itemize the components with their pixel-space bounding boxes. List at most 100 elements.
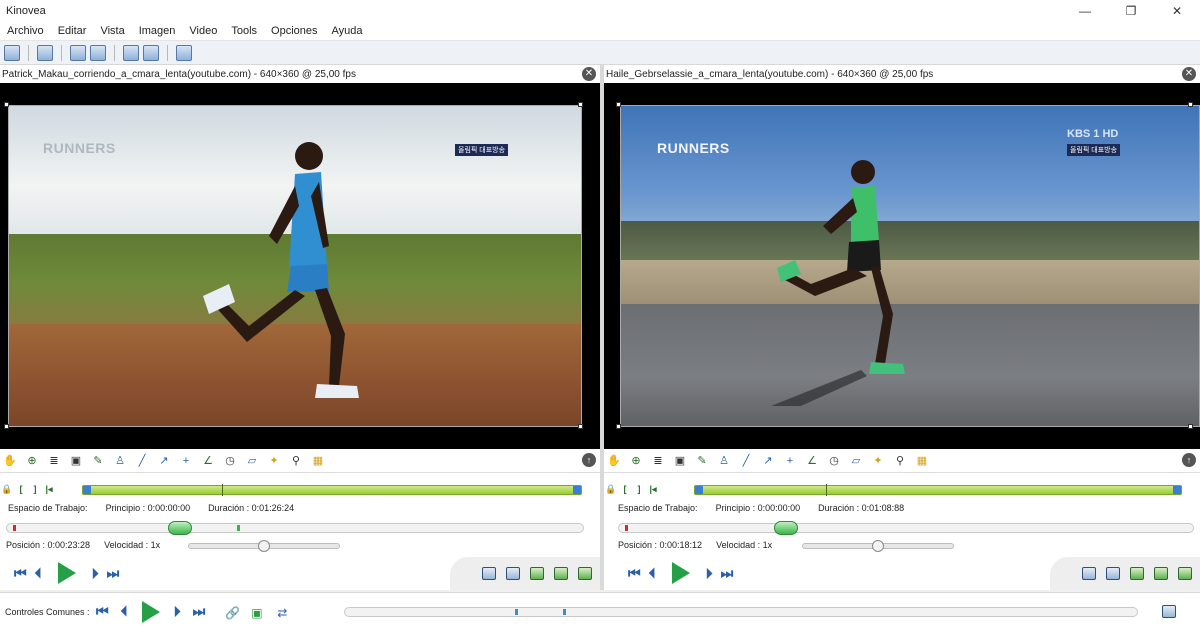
rafale-icon[interactable] bbox=[506, 567, 520, 580]
hand-tool-icon[interactable]: ✋ bbox=[606, 453, 622, 469]
minimize-button[interactable]: — bbox=[1062, 0, 1108, 21]
common-play-icon[interactable] bbox=[141, 600, 160, 623]
last-frame-icon[interactable]: ⏭ bbox=[107, 565, 120, 582]
angle-tool-icon[interactable]: ∠ bbox=[804, 453, 820, 469]
video-viewport[interactable]: RUNNERS KBS 1 HD 올림픽 대표방송 bbox=[604, 83, 1200, 449]
common-timeline-track[interactable] bbox=[344, 607, 1138, 617]
workspace-bar[interactable] bbox=[82, 484, 582, 496]
label-tool-icon[interactable]: ▣ bbox=[672, 453, 688, 469]
save-video-drawings-icon[interactable] bbox=[554, 567, 568, 580]
lock-icon[interactable]: 🔒 bbox=[604, 484, 618, 496]
line-tool-icon[interactable]: ╱ bbox=[134, 453, 150, 469]
spotlight-tool-icon[interactable]: ✦ bbox=[870, 453, 886, 469]
close-window-button[interactable]: ✕ bbox=[1154, 0, 1200, 21]
speed-slider-knob[interactable] bbox=[258, 540, 270, 552]
first-frame-icon[interactable]: ⏮ bbox=[14, 565, 27, 582]
grid-tool-icon[interactable]: ▱ bbox=[848, 453, 864, 469]
close-screen-icon[interactable]: ✕ bbox=[1182, 67, 1196, 81]
workspace-end-handle[interactable] bbox=[1173, 486, 1181, 494]
capture-screen-icon[interactable] bbox=[176, 45, 192, 61]
posture-tool-icon[interactable]: ♙ bbox=[716, 453, 732, 469]
menu-editar[interactable]: Editar bbox=[51, 25, 94, 37]
menu-ayuda[interactable]: Ayuda bbox=[325, 25, 370, 37]
superpose-icon[interactable]: ▣ bbox=[251, 606, 265, 620]
speed-slider[interactable] bbox=[802, 540, 954, 552]
save-icon[interactable] bbox=[4, 45, 20, 61]
speed-slider[interactable] bbox=[188, 540, 340, 552]
snapshot-icon[interactable] bbox=[482, 567, 496, 580]
arrow-tool-icon[interactable]: ↗ bbox=[760, 453, 776, 469]
open-video-icon[interactable] bbox=[70, 45, 86, 61]
resize-handle[interactable] bbox=[4, 102, 9, 107]
info-icon[interactable]: ↑ bbox=[1182, 453, 1196, 467]
menu-tools[interactable]: Tools bbox=[224, 25, 264, 37]
common-snapshot-icon[interactable] bbox=[1162, 605, 1176, 618]
playhead[interactable] bbox=[773, 521, 798, 535]
workspace-bar[interactable] bbox=[694, 484, 1182, 496]
speed-slider-knob[interactable] bbox=[872, 540, 884, 552]
set-start-icon[interactable]: [ bbox=[14, 484, 28, 496]
menu-imagen[interactable]: Imagen bbox=[132, 25, 183, 37]
export-icon[interactable] bbox=[1178, 567, 1192, 580]
last-frame-icon[interactable]: ⏭ bbox=[721, 565, 734, 582]
resize-handle[interactable] bbox=[578, 102, 583, 107]
export-icon[interactable] bbox=[578, 567, 592, 580]
menu-vista[interactable]: Vista bbox=[93, 25, 131, 37]
hand-tool-icon[interactable]: ✋ bbox=[2, 453, 18, 469]
save-video-icon[interactable] bbox=[530, 567, 544, 580]
previous-frame-icon[interactable]: ⏴ bbox=[649, 565, 656, 582]
save-video-icon[interactable] bbox=[1130, 567, 1144, 580]
set-end-icon[interactable]: ] bbox=[28, 484, 42, 496]
magnifier-tool-icon[interactable]: ⚲ bbox=[892, 453, 908, 469]
comments-icon[interactable]: ≣ bbox=[650, 453, 666, 469]
single-screen-icon[interactable] bbox=[123, 45, 139, 61]
swap-icon[interactable]: ⇄ bbox=[277, 606, 291, 620]
common-next-frame-icon[interactable]: ⏵ bbox=[174, 603, 181, 620]
file-explorer-icon[interactable] bbox=[37, 45, 53, 61]
cross-marker-icon[interactable]: + bbox=[782, 453, 798, 469]
resize-handle[interactable] bbox=[616, 424, 621, 429]
common-last-frame-icon[interactable]: ⏭ bbox=[193, 603, 206, 620]
chrono-tool-icon[interactable]: ◷ bbox=[222, 453, 238, 469]
play-icon[interactable] bbox=[57, 562, 76, 584]
color-profile-icon[interactable]: ▦ bbox=[310, 453, 326, 469]
add-keyframe-icon[interactable]: ⊕ bbox=[628, 453, 644, 469]
video-frame[interactable]: RUNNERS KBS 1 HD 올림픽 대표방송 bbox=[620, 105, 1200, 427]
save-video-drawings-icon[interactable] bbox=[1154, 567, 1168, 580]
comments-icon[interactable]: ≣ bbox=[46, 453, 62, 469]
video-viewport[interactable]: RUNNERS 올림픽 대표방송 bbox=[0, 83, 600, 449]
pencil-tool-icon[interactable]: ✎ bbox=[694, 453, 710, 469]
dual-screen-icon[interactable] bbox=[143, 45, 159, 61]
line-tool-icon[interactable]: ╱ bbox=[738, 453, 754, 469]
resize-handle[interactable] bbox=[616, 102, 621, 107]
grid-tool-icon[interactable]: ▱ bbox=[244, 453, 260, 469]
workspace-end-handle[interactable] bbox=[573, 486, 581, 494]
resize-handle[interactable] bbox=[1188, 424, 1193, 429]
angle-tool-icon[interactable]: ∠ bbox=[200, 453, 216, 469]
maximize-button[interactable]: ❐ bbox=[1108, 0, 1154, 21]
resize-handle[interactable] bbox=[4, 424, 9, 429]
common-previous-frame-icon[interactable]: ⏴ bbox=[121, 603, 128, 620]
link-icon[interactable]: 🔗 bbox=[225, 606, 240, 620]
menu-opciones[interactable]: Opciones bbox=[264, 25, 324, 37]
chrono-tool-icon[interactable]: ◷ bbox=[826, 453, 842, 469]
workspace-start-handle[interactable] bbox=[695, 486, 703, 494]
first-frame-icon[interactable]: ⏮ bbox=[628, 565, 641, 582]
lock-icon[interactable]: 🔒 bbox=[0, 484, 14, 496]
set-end-icon[interactable]: ] bbox=[632, 484, 646, 496]
goto-start-icon[interactable]: |◂ bbox=[646, 484, 660, 496]
timeline-track[interactable] bbox=[618, 521, 1194, 535]
cross-marker-icon[interactable]: + bbox=[178, 453, 194, 469]
open-replay-icon[interactable] bbox=[90, 45, 106, 61]
video-frame[interactable]: RUNNERS 올림픽 대표방송 bbox=[8, 105, 582, 427]
workspace-start-handle[interactable] bbox=[83, 486, 91, 494]
label-tool-icon[interactable]: ▣ bbox=[68, 453, 84, 469]
timeline-track[interactable] bbox=[6, 521, 584, 535]
playhead[interactable] bbox=[168, 521, 193, 535]
menu-archivo[interactable]: Archivo bbox=[0, 25, 51, 37]
previous-frame-icon[interactable]: ⏴ bbox=[35, 565, 42, 582]
add-keyframe-icon[interactable]: ⊕ bbox=[24, 453, 40, 469]
set-start-icon[interactable]: [ bbox=[618, 484, 632, 496]
color-profile-icon[interactable]: ▦ bbox=[914, 453, 930, 469]
next-frame-icon[interactable]: ⏵ bbox=[92, 565, 99, 582]
